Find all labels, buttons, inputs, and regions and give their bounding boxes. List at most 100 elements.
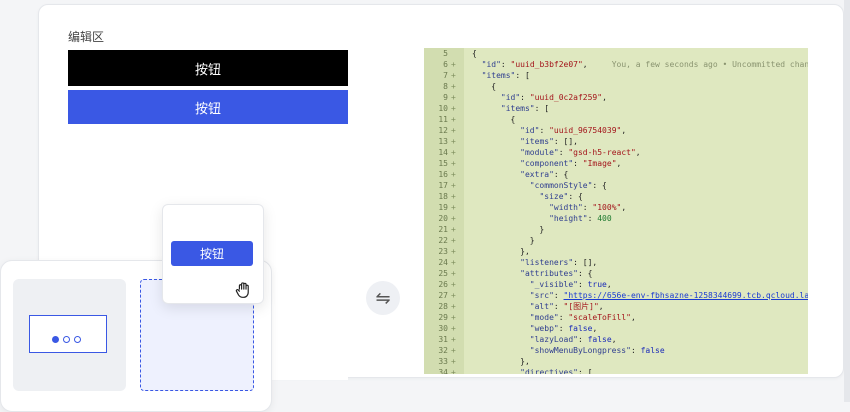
line-number: 27	[438, 291, 448, 300]
code-text: "component": "Image",	[520, 159, 622, 168]
right-scroll-strip	[844, 0, 850, 402]
code-line: 12 + "id": "uuid_96754039",	[424, 125, 808, 136]
line-number: 29	[438, 313, 448, 322]
line-number: 15	[438, 159, 448, 168]
code-text: {	[472, 115, 516, 124]
line-number: 32	[438, 346, 448, 355]
diff-marker: +	[451, 181, 456, 190]
code-text: "width": "100%",	[549, 203, 627, 212]
code-line: 14 + "module": "gsd-h5-react",	[424, 147, 808, 158]
line-number: 23	[438, 247, 448, 256]
carousel-preview	[29, 315, 107, 353]
code-text: "module": "gsd-h5-react",	[520, 148, 641, 157]
diff-marker: +	[451, 302, 456, 311]
diff-marker: +	[451, 346, 456, 355]
code-text: "directives": [	[520, 368, 593, 374]
diff-marker: +	[451, 93, 456, 102]
code-text: "size": {	[539, 192, 583, 201]
line-number: 13	[438, 137, 448, 146]
diff-marker: +	[451, 170, 456, 179]
line-number: 25	[438, 269, 448, 278]
code-text: "height": 400	[549, 214, 612, 223]
code-line: 30 + "webp": false,	[424, 323, 808, 334]
line-number: 22	[438, 236, 448, 245]
code-line: 29 + "mode": "scaleToFill",	[424, 312, 808, 323]
dot-inactive	[74, 336, 81, 343]
diff-marker: +	[451, 115, 456, 124]
line-number: 24	[438, 258, 448, 267]
code-text: }	[472, 225, 545, 234]
line-number: 8	[443, 82, 448, 91]
code-text: "alt": "[图片]",	[529, 302, 604, 311]
code-line: 33 + },	[424, 356, 808, 367]
code-text: },	[472, 357, 530, 366]
diff-marker: +	[451, 324, 456, 333]
diff-marker: +	[451, 236, 456, 245]
line-number: 19	[438, 203, 448, 212]
code-text: "showMenuByLongpress": false	[529, 346, 665, 355]
line-number: 10	[438, 104, 448, 113]
code-line: 15 + "component": "Image",	[424, 158, 808, 169]
code-text: "items": [],	[520, 137, 578, 146]
line-number: 12	[438, 126, 448, 135]
code-text: },	[472, 247, 530, 256]
diff-marker: +	[451, 192, 456, 201]
line-number: 5	[443, 49, 448, 58]
diff-marker: +	[451, 71, 456, 80]
diff-marker: +	[451, 82, 456, 91]
dot-inactive	[63, 336, 70, 343]
line-number: 34	[438, 368, 448, 374]
carousel-component-thumb[interactable]	[13, 279, 126, 391]
code-line: 18 + "size": {	[424, 191, 808, 202]
diff-marker: +	[451, 247, 456, 256]
code-text: "id": "uuid_b3bf2e07", You, a few second…	[472, 59, 808, 70]
code-editor[interactable]: 5{6 + "id": "uuid_b3bf2e07", You, a few s…	[424, 48, 808, 374]
dragging-button-component[interactable]: 按钮	[162, 204, 264, 304]
code-line: 23 + },	[424, 246, 808, 257]
diff-marker: +	[451, 203, 456, 212]
swap-arrows-icon[interactable]: ⇋	[366, 281, 400, 315]
grab-hand-icon	[233, 279, 255, 306]
code-line: 13 + "items": [],	[424, 136, 808, 147]
drag-button[interactable]: 按钮	[171, 241, 253, 266]
line-number: 7	[443, 71, 448, 80]
line-number: 16	[438, 170, 448, 179]
code-text: "id": "uuid_0c2af259",	[500, 93, 607, 102]
line-number: 28	[438, 302, 448, 311]
code-line: 22 + }	[424, 235, 808, 246]
line-number: 21	[438, 225, 448, 234]
code-line: 34 + "directives": [	[424, 367, 808, 374]
code-text: "mode": "scaleToFill",	[529, 313, 636, 322]
code-text: "_visible": true,	[529, 280, 612, 289]
diff-marker: +	[451, 126, 456, 135]
diff-marker: +	[451, 368, 456, 374]
diff-marker: +	[451, 258, 456, 267]
code-line: 32 + "showMenuByLongpress": false	[424, 345, 808, 356]
code-text: "commonStyle": {	[529, 181, 607, 190]
diff-marker: +	[451, 104, 456, 113]
diff-marker: +	[451, 357, 456, 366]
black-button[interactable]: 按钮	[68, 50, 348, 86]
line-number: 33	[438, 357, 448, 366]
code-line: 7 + "items": [	[424, 70, 808, 81]
blue-button[interactable]: 按钮	[68, 90, 348, 124]
code-line: 28 + "alt": "[图片]",	[424, 301, 808, 312]
code-text: "listeners": [],	[520, 258, 598, 267]
diff-marker: +	[451, 280, 456, 289]
diff-marker: +	[451, 214, 456, 223]
diff-marker: +	[451, 60, 456, 69]
code-text: "lazyLoad": false,	[529, 335, 617, 344]
code-line: 26 + "_visible": true,	[424, 279, 808, 290]
code-line: 16 + "extra": {	[424, 169, 808, 180]
carousel-dots	[52, 336, 81, 343]
code-text: {	[472, 49, 477, 58]
diff-marker: +	[451, 159, 456, 168]
code-text: "src": "https://656e-env-fbhsazne-125834…	[529, 291, 808, 300]
code-line: 11 + {	[424, 114, 808, 125]
code-line: 10 + "items": [	[424, 103, 808, 114]
line-number: 30	[438, 324, 448, 333]
blame-annotation: You, a few seconds ago • Uncommitted cha…	[611, 60, 808, 69]
diff-marker: +	[451, 225, 456, 234]
code-line: 20 + "height": 400	[424, 213, 808, 224]
code-text: "webp": false,	[529, 324, 598, 333]
